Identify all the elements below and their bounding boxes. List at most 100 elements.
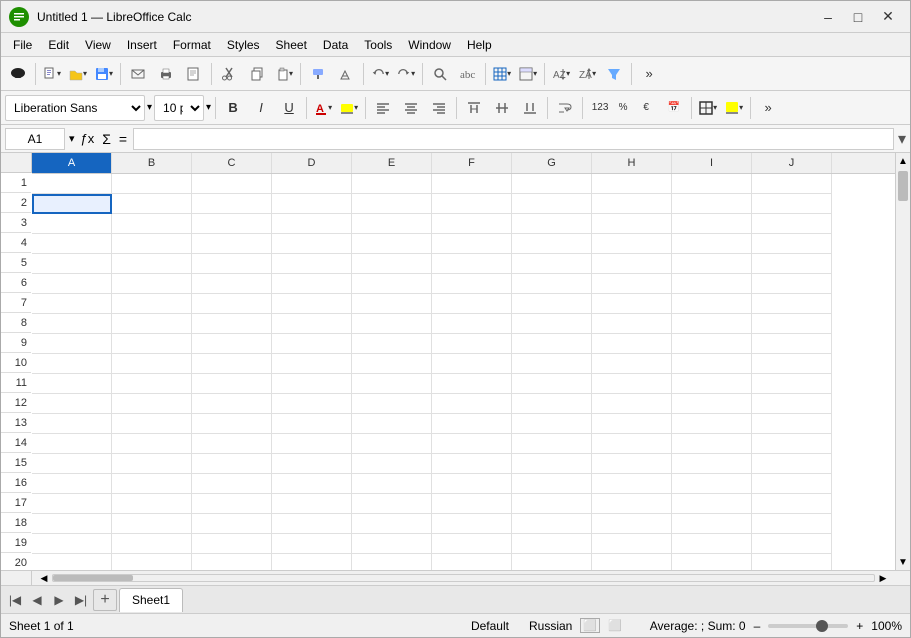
cell-D17[interactable] <box>272 494 352 514</box>
cell-J4[interactable] <box>752 234 832 254</box>
font-name-select[interactable]: Liberation Sans <box>5 95 145 121</box>
row-num-15[interactable]: 15 <box>1 453 31 473</box>
cell-C14[interactable] <box>192 434 272 454</box>
cell-F17[interactable] <box>432 494 512 514</box>
cell-G14[interactable] <box>512 434 592 454</box>
cell-F9[interactable] <box>432 334 512 354</box>
comment-icon[interactable] <box>5 61 31 87</box>
cell-D8[interactable] <box>272 314 352 334</box>
cell-G15[interactable] <box>512 454 592 474</box>
col-header-F[interactable]: F <box>432 153 512 173</box>
borders-button[interactable]: ▾ <box>696 95 720 121</box>
cell-H10[interactable] <box>592 354 672 374</box>
scroll-thumb[interactable] <box>898 171 908 201</box>
cell-A20[interactable] <box>32 554 112 570</box>
cell-F7[interactable] <box>432 294 512 314</box>
cell-E8[interactable] <box>352 314 432 334</box>
cell-B18[interactable] <box>112 514 192 534</box>
cell-F11[interactable] <box>432 374 512 394</box>
cell-J11[interactable] <box>752 374 832 394</box>
sortasc-dropdown-arrow[interactable]: ▾ <box>566 69 570 78</box>
cell-H19[interactable] <box>592 534 672 554</box>
cell-G8[interactable] <box>512 314 592 334</box>
save-button[interactable]: ▾ <box>92 61 116 87</box>
formula-arrow[interactable]: ▾ <box>898 129 906 149</box>
cell-F2[interactable] <box>432 194 512 214</box>
cell-I5[interactable] <box>672 254 752 274</box>
fontcolor-dropdown-arrow[interactable]: ▾ <box>328 103 332 112</box>
scroll-left-button[interactable]: ◀ <box>36 572 52 585</box>
grid-wrapper[interactable]: ABCDEFGHIJ <box>32 153 895 570</box>
cell-C18[interactable] <box>192 514 272 534</box>
paste-button[interactable]: ▾ <box>272 61 296 87</box>
cell-D10[interactable] <box>272 354 352 374</box>
cell-E17[interactable] <box>352 494 432 514</box>
cell-F19[interactable] <box>432 534 512 554</box>
cell-D15[interactable] <box>272 454 352 474</box>
row-num-2[interactable]: 2 <box>1 193 31 213</box>
align-right-button[interactable] <box>426 95 452 121</box>
valign-top-button[interactable] <box>461 95 487 121</box>
cell-B14[interactable] <box>112 434 192 454</box>
scroll-down-button[interactable]: ▼ <box>896 554 910 570</box>
insert-table-button[interactable]: ▾ <box>490 61 514 87</box>
cell-D20[interactable] <box>272 554 352 570</box>
new-dropdown-arrow[interactable]: ▾ <box>57 69 61 78</box>
redo-button[interactable]: ▾ <box>394 61 418 87</box>
close-button[interactable]: ✕ <box>874 6 902 28</box>
row-num-12[interactable]: 12 <box>1 393 31 413</box>
row-num-17[interactable]: 17 <box>1 493 31 513</box>
cell-B9[interactable] <box>112 334 192 354</box>
tab-prev-button[interactable]: ◀ <box>27 590 47 610</box>
borders-dropdown-arrow[interactable]: ▾ <box>713 103 717 112</box>
row-num-19[interactable]: 19 <box>1 533 31 553</box>
colheader-dropdown-arrow[interactable]: ▾ <box>533 69 537 78</box>
row-num-5[interactable]: 5 <box>1 253 31 273</box>
menu-data[interactable]: Data <box>315 36 356 54</box>
cell-B20[interactable] <box>112 554 192 570</box>
page-view-normal-icon[interactable]: ⬜ <box>580 618 600 633</box>
size-dropdown-arrow[interactable]: ▾ <box>206 102 211 113</box>
menu-format[interactable]: Format <box>165 36 219 54</box>
cell-G18[interactable] <box>512 514 592 534</box>
cell-G5[interactable] <box>512 254 592 274</box>
cell-reference-input[interactable] <box>5 128 65 150</box>
row-num-8[interactable]: 8 <box>1 313 31 333</box>
cell-I4[interactable] <box>672 234 752 254</box>
cell-B12[interactable] <box>112 394 192 414</box>
cell-G9[interactable] <box>512 334 592 354</box>
underline-button[interactable]: U <box>276 95 302 121</box>
cell-E9[interactable] <box>352 334 432 354</box>
cell-I18[interactable] <box>672 514 752 534</box>
sortdesc-dropdown-arrow[interactable]: ▾ <box>592 69 596 78</box>
cell-D1[interactable] <box>272 174 352 194</box>
cell-F13[interactable] <box>432 414 512 434</box>
cell-E1[interactable] <box>352 174 432 194</box>
scroll-right-button[interactable]: ▶ <box>875 572 891 585</box>
cell-H20[interactable] <box>592 554 672 570</box>
cell-A4[interactable] <box>32 234 112 254</box>
cell-J9[interactable] <box>752 334 832 354</box>
bg-color-button[interactable]: ▾ <box>722 95 746 121</box>
italic-button[interactable]: I <box>248 95 274 121</box>
col-header-H[interactable]: H <box>592 153 672 173</box>
more-fmt-toolbar-button[interactable]: » <box>755 95 781 121</box>
cell-E2[interactable] <box>352 194 432 214</box>
cell-H8[interactable] <box>592 314 672 334</box>
cell-J18[interactable] <box>752 514 832 534</box>
cell-J8[interactable] <box>752 314 832 334</box>
cell-B4[interactable] <box>112 234 192 254</box>
cell-I20[interactable] <box>672 554 752 570</box>
cell-B11[interactable] <box>112 374 192 394</box>
cell-C7[interactable] <box>192 294 272 314</box>
highlight-dropdown-arrow[interactable]: ▾ <box>354 103 358 112</box>
cell-H6[interactable] <box>592 274 672 294</box>
cell-B6[interactable] <box>112 274 192 294</box>
save-dropdown-arrow[interactable]: ▾ <box>109 69 113 78</box>
zoom-thumb[interactable] <box>816 620 828 632</box>
redo-dropdown-arrow[interactable]: ▾ <box>411 69 415 78</box>
cell-A8[interactable] <box>32 314 112 334</box>
cell-C4[interactable] <box>192 234 272 254</box>
cell-G7[interactable] <box>512 294 592 314</box>
menu-help[interactable]: Help <box>459 36 500 54</box>
